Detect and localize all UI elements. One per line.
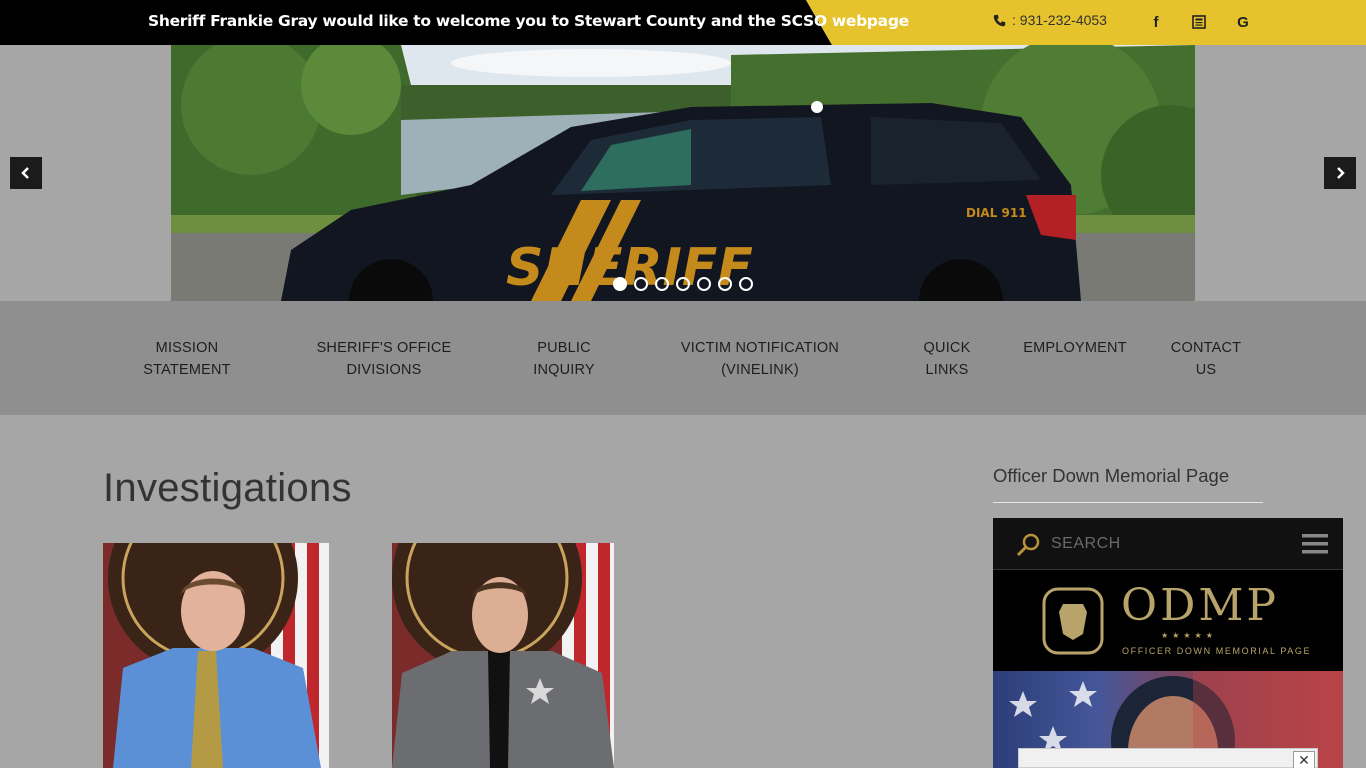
vehicle-dial-text: DIAL 911 — [966, 206, 1027, 220]
chevron-left-icon — [21, 167, 29, 179]
nav-contact-us[interactable]: CONTACT US — [1171, 337, 1241, 381]
google-link[interactable]: G — [1233, 13, 1253, 31]
welcome-message: Sheriff Frankie Gray would like to welco… — [148, 12, 909, 30]
slider-prev-button[interactable] — [10, 157, 42, 189]
page-title: Investigations — [103, 466, 352, 510]
nav-victim-notification[interactable]: VICTIM NOTIFICATION (VINELINK) — [681, 337, 839, 381]
nav-employment[interactable]: EMPLOYMENT — [1023, 337, 1127, 359]
phone-icon — [993, 14, 1006, 26]
search-icon — [1016, 533, 1040, 557]
slider-dot-1[interactable] — [613, 277, 627, 291]
slider-dots — [613, 277, 753, 291]
odmp-search-placeholder: SEARCH — [1051, 535, 1121, 552]
investigator-photo-2[interactable] — [392, 543, 614, 768]
hamburger-menu-icon[interactable] — [1302, 533, 1328, 555]
facebook-icon: f — [1153, 13, 1159, 31]
slider-dot-7[interactable] — [739, 277, 753, 291]
odmp-badge-icon — [1042, 587, 1104, 655]
sheriff-vehicle-photo: SHERIFF DIAL 911 — [171, 45, 1195, 301]
nav-public-inquiry[interactable]: PUBLIC INQUIRY — [533, 337, 595, 381]
slider-dot-3[interactable] — [655, 277, 669, 291]
image-slider: SHERIFF DIAL 911 — [0, 45, 1366, 301]
google-icon: G — [1237, 13, 1249, 31]
nav-quick-links[interactable]: QUICK LINKS — [924, 337, 971, 381]
phone-number: : 931-232-4053 — [1012, 12, 1107, 28]
odmp-widget[interactable]: SEARCH ODMP ★★★★★ OFFICER DOWN MEMORIAL … — [993, 518, 1343, 768]
sidebar-odmp-title: Officer Down Memorial Page — [993, 465, 1230, 486]
odmp-search-bar[interactable]: SEARCH — [993, 518, 1343, 570]
news-link[interactable] — [1189, 13, 1209, 31]
main-navigation: MISSION STATEMENT SHERIFF'S OFFICE DIVIS… — [0, 301, 1366, 415]
nav-sheriffs-office-divisions[interactable]: SHERIFF'S OFFICE DIVISIONS — [317, 337, 452, 381]
sidebar-divider — [993, 502, 1263, 503]
slider-next-button[interactable] — [1324, 157, 1356, 189]
facebook-link[interactable]: f — [1146, 13, 1166, 31]
slide-sheriff-vehicle: SHERIFF DIAL 911 — [171, 45, 1195, 301]
odmp-logo: ODMP — [1121, 580, 1280, 631]
nav-mission-statement[interactable]: MISSION STATEMENT — [143, 337, 230, 381]
slider-dot-5[interactable] — [697, 277, 711, 291]
odmp-stars: ★★★★★ — [1161, 631, 1217, 640]
slider-dot-4[interactable] — [676, 277, 690, 291]
slider-dot-6[interactable] — [718, 277, 732, 291]
odmp-subtitle: OFFICER DOWN MEMORIAL PAGE — [1122, 646, 1312, 656]
top-bar: Sheriff Frankie Gray would like to welco… — [0, 0, 1366, 45]
chevron-right-icon — [1337, 167, 1345, 179]
phone-contact[interactable]: : 931-232-4053 — [993, 12, 1107, 28]
news-icon — [1192, 15, 1206, 29]
investigator-photo-1[interactable] — [103, 543, 329, 768]
slider-dot-2[interactable] — [634, 277, 648, 291]
popup-widget: ✕ — [1018, 748, 1318, 768]
popup-close-button[interactable]: ✕ — [1293, 751, 1315, 768]
